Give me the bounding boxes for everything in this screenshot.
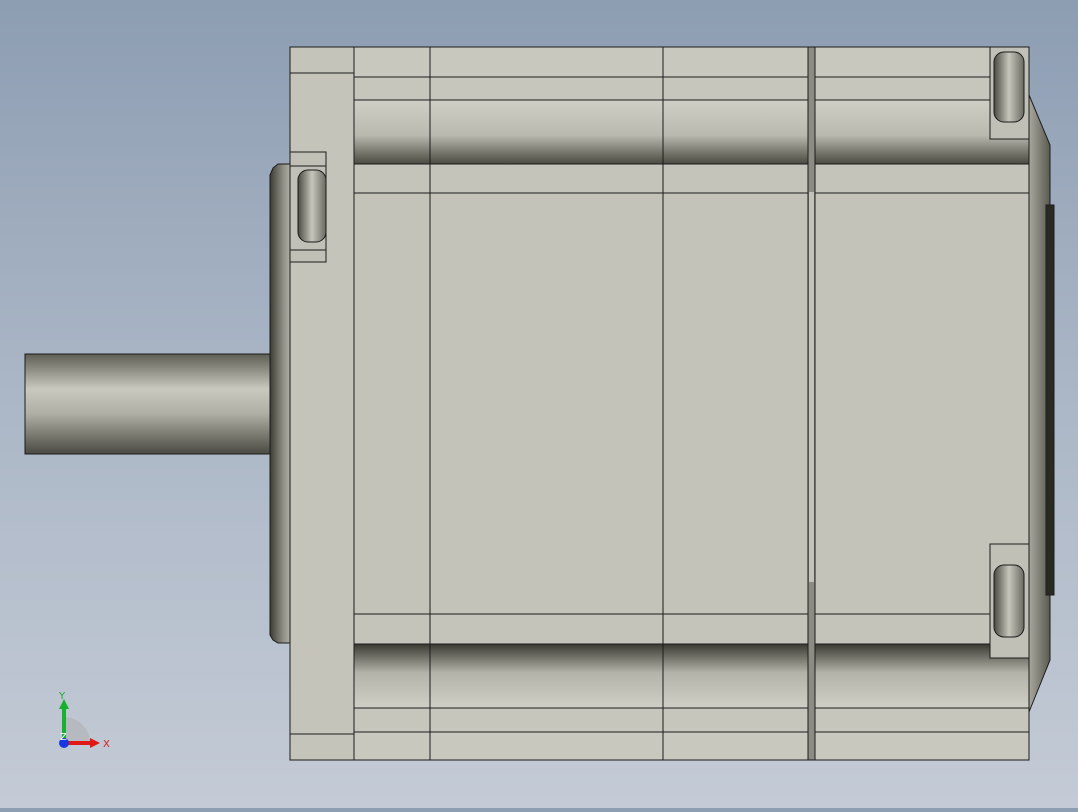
top-rib-lower <box>353 163 1030 194</box>
top-rib-upper <box>353 46 1030 78</box>
axis-triad: Y X Z <box>50 685 120 755</box>
motor-model <box>24 46 1055 761</box>
top-rib-round <box>353 99 1030 165</box>
front-pilot <box>269 163 293 644</box>
rear-top-bolt-head <box>993 51 1025 123</box>
y-axis-label: Y <box>58 691 66 702</box>
front-bolt-head <box>297 169 327 243</box>
x-arrowhead <box>90 738 100 748</box>
bottom-rib-upper <box>353 613 1030 645</box>
bottom-rib-mid <box>353 707 1030 733</box>
x-axis-label: X <box>103 739 110 750</box>
top-rib-mid <box>353 76 1030 101</box>
rear-encoder-plate <box>1045 204 1055 596</box>
cad-viewport[interactable] <box>0 0 1078 808</box>
bottom-rib-lower <box>353 731 1030 761</box>
bottom-rib-round <box>353 643 1030 709</box>
motor-shaft <box>24 353 274 455</box>
z-axis-label: Z <box>60 732 67 743</box>
rear-bottom-bolt-head <box>993 564 1025 638</box>
